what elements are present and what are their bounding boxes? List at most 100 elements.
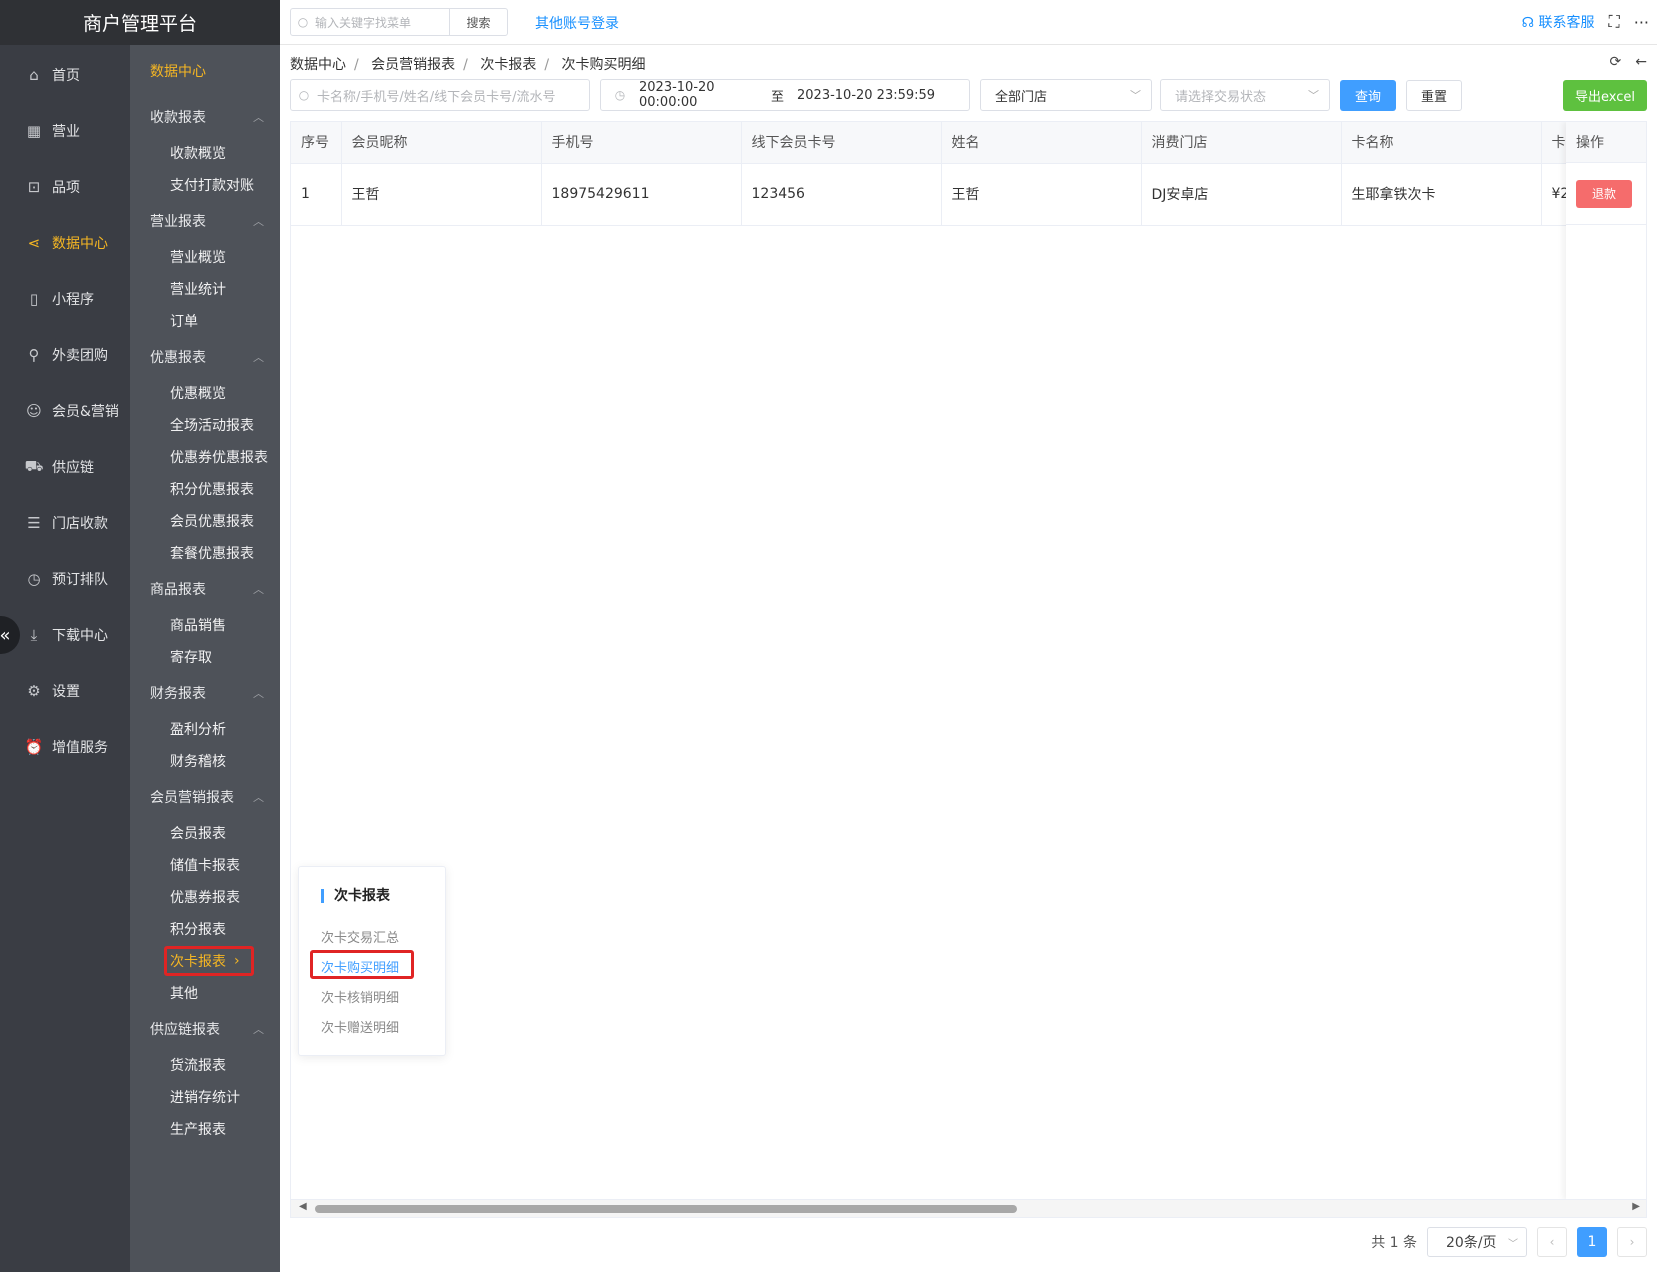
- nav-item[interactable]: ⚲ 外卖团购: [0, 327, 130, 383]
- popover-item[interactable]: 次卡交易汇总: [321, 927, 399, 946]
- page-size-select[interactable]: 20条/页 ﹀: [1427, 1227, 1527, 1257]
- nav-group-header[interactable]: 会员营销报表 ︿: [130, 777, 280, 817]
- nav-sub-item-label: 优惠概览: [170, 386, 226, 402]
- breadcrumb-item[interactable]: 会员营销报表: [371, 57, 455, 73]
- menu-search-input[interactable]: 输入关键字找菜单: [315, 14, 449, 31]
- nav-sub-item[interactable]: 优惠概览: [130, 377, 280, 409]
- nav-sub-item-label: 盈利分析: [170, 722, 226, 738]
- popover-item[interactable]: 次卡核销明细: [321, 987, 399, 1006]
- back-arrow-icon[interactable]: ←: [1635, 54, 1647, 70]
- nav-sub-item[interactable]: 优惠券优惠报表: [130, 441, 280, 473]
- nav-sub-item[interactable]: 支付打款对账: [130, 169, 280, 201]
- nav-sub-item[interactable]: 其他: [130, 977, 280, 1009]
- nav-group-header[interactable]: 营业报表 ︿: [130, 201, 280, 241]
- nav-sub-item[interactable]: 营业概览: [130, 241, 280, 273]
- breadcrumb-item[interactable]: 数据中心: [290, 57, 346, 73]
- nav-sub-item[interactable]: 货流报表: [130, 1049, 280, 1081]
- nav-item[interactable]: ▦ 营业: [0, 103, 130, 159]
- popover-item-selected[interactable]: 次卡购买明细: [310, 950, 414, 979]
- date-separator: 至: [771, 89, 785, 105]
- scroll-right-icon[interactable]: ▶: [1632, 1201, 1640, 1212]
- nav-sub-item[interactable]: 盈利分析: [130, 713, 280, 745]
- scroll-left-icon[interactable]: ◀: [299, 1201, 307, 1212]
- nav-item[interactable]: ⏰ 增值服务: [0, 719, 130, 775]
- nav-sub-item[interactable]: 套餐优惠报表: [130, 537, 280, 569]
- nav-sub-item-label: 优惠券报表: [170, 890, 240, 906]
- scrollbar-thumb[interactable]: [315, 1205, 1017, 1213]
- refresh-icon[interactable]: ⟳: [1610, 54, 1622, 70]
- reset-button[interactable]: 重置: [1406, 80, 1462, 111]
- nav-group-header[interactable]: 商品报表 ︿: [130, 569, 280, 609]
- nav-sub-item[interactable]: 订单: [130, 305, 280, 337]
- secondary-sidebar: 数据中心 收款报表 ︿ 收款概览 支付打款对账 营业报表 ︿ 营业概览 营业统计 订单 优惠报表 ︿…: [130, 45, 280, 1272]
- nav-item[interactable]: ◷ 预订排队: [0, 551, 130, 607]
- nav-item-label: 预订排队: [52, 572, 108, 588]
- fullscreen-icon[interactable]: ⛶: [1609, 12, 1620, 32]
- nav-sub-item[interactable]: 进销存统计: [130, 1081, 280, 1113]
- pagination: 共 1 条 20条/页 ﹀ ‹ 1 ›: [1371, 1227, 1647, 1257]
- nav-item[interactable]: ⛟ 供应链: [0, 439, 130, 495]
- search-icon: ○: [297, 15, 309, 29]
- nav-sub-item[interactable]: 会员优惠报表: [130, 505, 280, 537]
- popover-item[interactable]: 次卡赠送明细: [321, 1017, 399, 1036]
- transaction-status-select[interactable]: 请选择交易状态 ﹀: [1160, 79, 1330, 111]
- nav-item-label: 外卖团购: [52, 348, 108, 364]
- query-button[interactable]: 查询: [1340, 80, 1396, 111]
- nav-group-header[interactable]: 收款报表 ︿: [130, 97, 280, 137]
- next-page-button[interactable]: ›: [1617, 1227, 1647, 1257]
- breadcrumb-item[interactable]: 次卡报表: [480, 57, 536, 73]
- nav-item[interactable]: ⋖ 数据中心: [0, 215, 130, 271]
- date-start: 2023-10-20 00:00:00: [639, 80, 715, 110]
- nav-group-header[interactable]: 财务报表 ︿: [130, 673, 280, 713]
- nav-item[interactable]: ☰ 门店收款: [0, 495, 130, 551]
- nav-sub-item[interactable]: 营业统计: [130, 273, 280, 305]
- nav-group-label: 营业报表: [150, 214, 206, 230]
- nav-item[interactable]: ⚙ 设置: [0, 663, 130, 719]
- nav-sub-item-label: 生产报表: [170, 1122, 226, 1138]
- horizontal-scrollbar[interactable]: ◀ ▶: [291, 1199, 1646, 1217]
- nav-sub-item[interactable]: 全场活动报表: [130, 409, 280, 441]
- menu-search-button[interactable]: 搜索: [449, 9, 507, 35]
- nav-sub-item[interactable]: 生产报表: [130, 1113, 280, 1145]
- secondary-sidebar-title: 数据中心: [150, 64, 206, 80]
- nav-sub-item[interactable]: 次卡报表 ›: [130, 945, 280, 977]
- nav-item[interactable]: ⊡ 品项: [0, 159, 130, 215]
- keyword-search-field[interactable]: ○ 卡名称/手机号/姓名/线下会员卡号/流水号: [290, 79, 590, 111]
- chevron-up-icon: ︿: [253, 111, 264, 124]
- filter-bar: ○ 卡名称/手机号/姓名/线下会员卡号/流水号 ◷ 2023-10-20 00:…: [290, 79, 1647, 113]
- user-icon: ☺: [26, 402, 42, 420]
- nav-sub-item[interactable]: 会员报表: [130, 817, 280, 849]
- more-icon[interactable]: ···: [1634, 13, 1649, 32]
- contact-service-link[interactable]: ☊ 联系客服: [1522, 12, 1595, 32]
- export-excel-button[interactable]: 导出excel: [1563, 80, 1647, 111]
- page-size-value: 20条/页: [1446, 1235, 1497, 1251]
- keyword-placeholder: 卡名称/手机号/姓名/线下会员卡号/流水号: [317, 89, 556, 105]
- primary-sidebar: ⌂ 首页 ▦ 营业 ⊡ 品项 ⋖ 数据中心 ▯ 小程序 ⚲ 外卖团购 ☺ 会员&营销 ⛟ 供应链 ☰ 门店收款 ◷ 预…: [0, 45, 130, 1272]
- store-select[interactable]: 全部门店 ﹀: [980, 79, 1152, 111]
- nav-group-label: 供应链报表: [150, 1022, 220, 1038]
- date-range-picker[interactable]: ◷ 2023-10-20 00:00:00 至 2023-10-20 23:59…: [600, 79, 970, 111]
- nav-sub-item[interactable]: 商品销售: [130, 609, 280, 641]
- home-icon: ⌂: [29, 66, 39, 84]
- top-bar: ○ 输入关键字找菜单 搜索 其他账号登录 ☊ 联系客服 ⛶ ···: [280, 0, 1657, 45]
- nav-item-label: 增值服务: [52, 740, 108, 756]
- nav-sub-item[interactable]: 积分报表: [130, 913, 280, 945]
- other-account-login-link[interactable]: 其他账号登录: [535, 13, 619, 33]
- nav-sub-item[interactable]: 储值卡报表: [130, 849, 280, 881]
- nav-sub-item[interactable]: 财务稽核: [130, 745, 280, 777]
- nav-item[interactable]: ▯ 小程序: [0, 271, 130, 327]
- nav-sub-item[interactable]: 优惠券报表: [130, 881, 280, 913]
- nav-sub-item[interactable]: 收款概览: [130, 137, 280, 169]
- nav-item[interactable]: ⌂ 首页: [0, 47, 130, 103]
- nav-group-header[interactable]: 优惠报表 ︿: [130, 337, 280, 377]
- current-page-button[interactable]: 1: [1577, 1227, 1607, 1257]
- column-header: 操作: [1566, 122, 1646, 163]
- nav-item[interactable]: ☺ 会员&营销: [0, 383, 130, 439]
- nav-group-header[interactable]: 供应链报表 ︿: [130, 1009, 280, 1049]
- prev-page-button[interactable]: ‹: [1537, 1227, 1567, 1257]
- nav-sub-item[interactable]: 寄存取: [130, 641, 280, 673]
- refund-button[interactable]: 退款: [1576, 179, 1632, 208]
- nav-sub-item[interactable]: 积分优惠报表: [130, 473, 280, 505]
- chevron-up-icon: ︿: [253, 791, 264, 804]
- column-header: 姓名: [941, 122, 1142, 164]
